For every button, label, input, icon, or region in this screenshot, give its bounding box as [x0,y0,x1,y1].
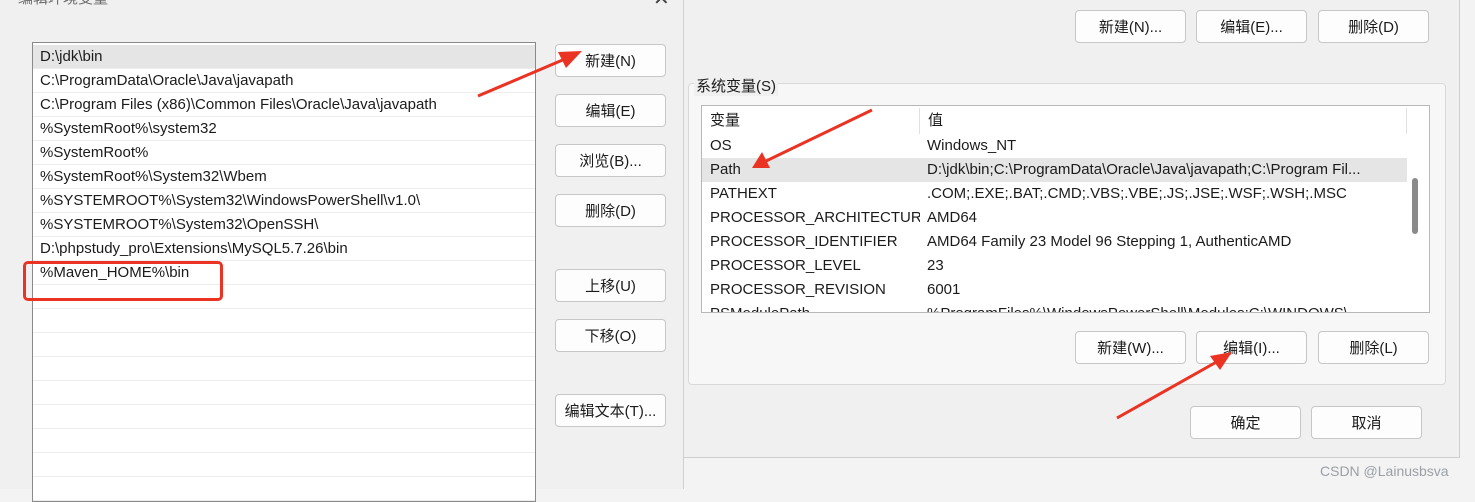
maven-highlight-box [23,261,223,301]
empty-row[interactable] [33,309,535,333]
move-down-button[interactable]: 下移(O) [555,319,666,352]
user-new-button[interactable]: 新建(N)... [1075,10,1186,43]
variable-name: PROCESSOR_REVISION [710,281,886,298]
variable-row[interactable]: PROCESSOR_IDENTIFIER AMD64 Family 23 Mode… [702,230,1407,254]
user-edit-button[interactable]: 编辑(E)... [1196,10,1307,43]
path-entry[interactable]: %SystemRoot%\system32 [33,117,535,141]
variable-row[interactable]: PSModulePath %ProgramFiles%\WindowsPowerS… [702,302,1407,312]
path-entry[interactable]: C:\ProgramData\Oracle\Java\javapath [33,69,535,93]
variable-name: PSModulePath [710,302,920,312]
ok-button[interactable]: 确定 [1190,406,1301,439]
variable-row[interactable]: PROCESSOR_LEVEL 23 [702,254,1407,278]
empty-row[interactable] [33,453,535,477]
variable-value: 6001 [927,281,961,298]
user-delete-button[interactable]: 删除(D) [1318,10,1429,43]
empty-row[interactable] [33,405,535,429]
system-delete-button[interactable]: 删除(L) [1318,331,1429,364]
empty-row[interactable] [33,477,535,501]
variable-row[interactable]: Path D:\jdk\bin;C:\ProgramData\Oracle\Jav… [702,158,1407,182]
new-entry-button[interactable]: 新建(N) [555,44,666,77]
path-entry[interactable]: %SYSTEMROOT%\System32\OpenSSH\ [33,213,535,237]
variable-value: 23 [927,257,944,274]
variable-row[interactable]: PATHEXT .COM;.EXE;.BAT;.CMD;.VBS;.VBE;.JS… [702,182,1407,206]
cancel-button[interactable]: 取消 [1311,406,1422,439]
variable-name: PROCESSOR_IDENTIFIER [710,233,898,250]
path-entry[interactable]: %SYSTEMROOT%\System32\WindowsPowerShell\… [33,189,535,213]
column-separator[interactable] [1406,108,1407,134]
variable-row[interactable]: PROCESSOR_ARCHITECTURE AMD64 [702,206,1407,230]
variable-value: D:\jdk\bin;C:\ProgramData\Oracle\Java\ja… [927,161,1361,178]
variable-name: PROCESSOR_ARCHITECTURE [710,209,920,226]
browse-button[interactable]: 浏览(B)... [555,144,666,177]
path-entry[interactable]: C:\Program Files (x86)\Common Files\Orac… [33,93,535,117]
system-new-button[interactable]: 新建(W)... [1075,331,1186,364]
empty-row[interactable] [33,429,535,453]
close-icon[interactable]: ✕ [653,0,670,11]
empty-row[interactable] [33,357,535,381]
dialog-title: 编辑环境变量 [18,0,108,8]
edit-entry-button[interactable]: 编辑(E) [555,94,666,127]
table-scrollbar-thumb[interactable] [1412,178,1418,234]
edit-text-button[interactable]: 编辑文本(T)... [555,394,666,427]
variable-name: PATHEXT [710,185,777,202]
variable-value: .COM;.EXE;.BAT;.CMD;.VBS;.VBE;.JS;.JSE;.… [927,185,1347,202]
column-header-value[interactable]: 值 [920,106,1406,136]
column-header-variable[interactable]: 变量 [702,106,920,136]
path-entry[interactable]: %SystemRoot%\System32\Wbem [33,165,535,189]
watermark: CSDN @Lainusbsva [1320,463,1449,479]
move-up-button[interactable]: 上移(U) [555,269,666,302]
path-entry[interactable]: D:\jdk\bin [33,45,535,69]
variable-value: %ProgramFiles%\WindowsPowerShell\Modules… [927,302,1397,312]
system-variables-label: 系统变量(S) [694,75,778,96]
path-entry[interactable]: %SystemRoot% [33,141,535,165]
system-variables-table[interactable]: 变量 值 OS Windows_NT Path D:\jdk\bin;C:\Progr… [701,105,1430,313]
variable-row[interactable]: PROCESSOR_REVISION 6001 [702,278,1407,302]
variable-value: AMD64 [927,209,978,226]
delete-entry-button[interactable]: 删除(D) [555,194,666,227]
variable-name: PROCESSOR_LEVEL [710,257,861,274]
variable-value: AMD64 Family 23 Model 96 Stepping 1, Aut… [927,233,1292,250]
variable-name: OS [710,137,732,154]
path-entry[interactable]: D:\phpstudy_pro\Extensions\MySQL5.7.26\b… [33,237,535,261]
variable-name: Path [710,161,741,178]
system-edit-button[interactable]: 编辑(I)... [1196,331,1307,364]
variable-row[interactable]: OS Windows_NT [702,134,1407,158]
empty-row[interactable] [33,333,535,357]
variable-value: Windows_NT [927,137,1017,154]
empty-row[interactable] [33,381,535,405]
